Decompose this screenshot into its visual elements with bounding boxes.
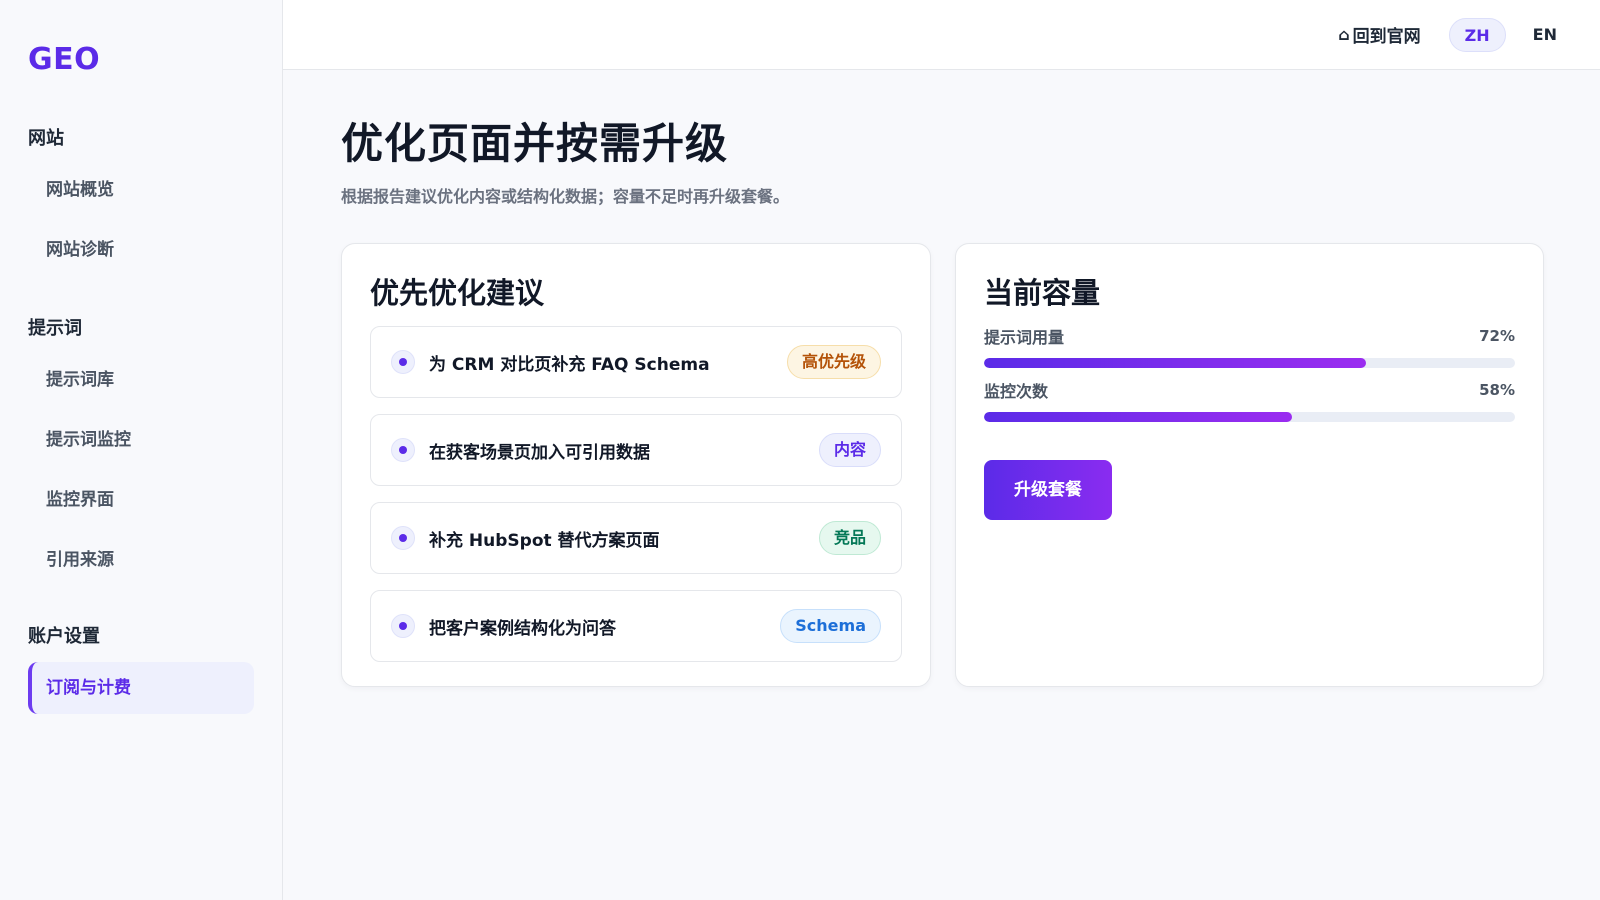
bullet-icon	[391, 350, 415, 374]
sidebar-item-site-overview[interactable]: 网站概览	[28, 164, 254, 216]
suggestion-text: 为 CRM 对比页补充 FAQ Schema	[429, 354, 710, 375]
nav-group-account: 账户设置 订阅与计费	[28, 622, 254, 714]
content: 优化页面并按需升级 根据报告建议优化内容或结构化数据；容量不足时再升级套餐。 优…	[283, 70, 1600, 687]
category-tag: 竞品	[818, 521, 881, 555]
suggestion-text: 把客户案例结构化为问答	[429, 618, 616, 639]
progress-bar-fill	[984, 358, 1367, 368]
nav-group-prompts: 提示词 提示词库 提示词监控 监控界面 引用来源	[28, 314, 254, 586]
suggestion-item[interactable]: 在获客场景页加入可引用数据 内容	[370, 414, 902, 486]
app-root: GEO 网站 网站概览 网站诊断 提示词 提示词库 提示词监控 监控界面 引用来…	[0, 0, 1600, 900]
logo[interactable]: GEO	[28, 42, 254, 82]
suggestion-item[interactable]: 为 CRM 对比页补充 FAQ Schema 高优先级	[370, 326, 902, 398]
sidebar-item-prompt-library[interactable]: 提示词库	[28, 354, 254, 406]
bullet-icon	[391, 614, 415, 638]
suggestion-item[interactable]: 把客户案例结构化为问答 Schema	[370, 590, 902, 662]
progress-bar	[984, 358, 1515, 368]
suggestions-card: 优先优化建议 为 CRM 对比页补充 FAQ Schema 高优先级 在获客场景…	[341, 243, 931, 687]
progress-bar-fill	[984, 412, 1292, 422]
nav-group-title: 提示词	[28, 318, 82, 339]
prompt-usage-meter: 提示词用量 72%	[984, 324, 1515, 368]
nav-group-title: 账户设置	[28, 626, 100, 647]
suggestion-text: 在获客场景页加入可引用数据	[429, 442, 650, 463]
suggestion-text: 补充 HubSpot 替代方案页面	[429, 530, 660, 551]
upgrade-plan-button[interactable]: 升级套餐	[984, 460, 1112, 520]
monitor-count-meter: 监控次数 58%	[984, 378, 1515, 422]
home-link[interactable]: ⌂ 回到官网	[1338, 22, 1420, 47]
bullet-icon	[391, 438, 415, 462]
lang-zh-button[interactable]: ZH	[1448, 17, 1506, 52]
priority-tag: 高优先级	[786, 345, 881, 379]
sidebar: GEO 网站 网站概览 网站诊断 提示词 提示词库 提示词监控 监控界面 引用来…	[0, 0, 283, 900]
home-icon: ⌂	[1338, 25, 1350, 44]
sidebar-item-monitor-view[interactable]: 监控界面	[28, 474, 254, 526]
category-tag: 内容	[818, 433, 881, 467]
sidebar-item-citation-sources[interactable]: 引用来源	[28, 534, 254, 586]
nav-group-title: 网站	[28, 128, 64, 149]
home-link-label: 回到官网	[1352, 27, 1421, 47]
suggestions-title: 优先优化建议	[370, 276, 545, 310]
page-title: 优化页面并按需升级	[341, 119, 729, 168]
meter-value: 58%	[1479, 381, 1515, 399]
main: ⌂ 回到官网 ZH EN 优化页面并按需升级 根据报告建议优化内容或结构化数据；…	[283, 0, 1600, 900]
meter-label: 提示词用量	[984, 328, 1065, 347]
lang-en-button[interactable]: EN	[1518, 18, 1572, 52]
progress-bar	[984, 412, 1515, 422]
nav-group-website: 网站 网站概览 网站诊断	[28, 124, 254, 276]
capacity-card: 当前容量 提示词用量 72% 监控次数 58% 升级套餐	[955, 243, 1544, 687]
topbar: ⌂ 回到官网 ZH EN	[283, 0, 1600, 70]
page-subtitle: 根据报告建议优化内容或结构化数据；容量不足时再升级套餐。	[341, 187, 790, 206]
bullet-icon	[391, 526, 415, 550]
capacity-title: 当前容量	[984, 276, 1101, 310]
meter-label: 监控次数	[984, 382, 1049, 401]
sidebar-item-site-diagnosis[interactable]: 网站诊断	[28, 224, 254, 276]
sidebar-item-billing[interactable]: 订阅与计费	[28, 662, 254, 714]
sidebar-item-prompt-monitoring[interactable]: 提示词监控	[28, 414, 254, 466]
meter-value: 72%	[1479, 327, 1515, 345]
suggestion-item[interactable]: 补充 HubSpot 替代方案页面 竞品	[370, 502, 902, 574]
cards-row: 优先优化建议 为 CRM 对比页补充 FAQ Schema 高优先级 在获客场景…	[341, 243, 1544, 687]
category-tag: Schema	[780, 609, 881, 643]
